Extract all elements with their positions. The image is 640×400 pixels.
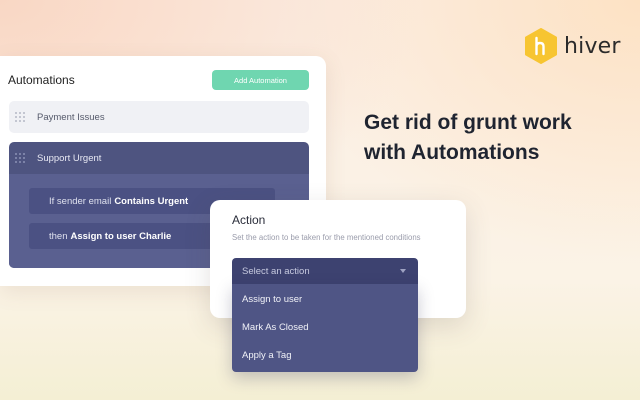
brand-name: hiver [564, 33, 621, 59]
action-subtitle: Set the action to be taken for the menti… [232, 233, 421, 242]
rule-header[interactable]: Support Urgent [9, 142, 309, 174]
brand-logo: hiver [524, 28, 621, 64]
select-placeholder: Select an action [242, 265, 310, 277]
automations-title: Automations [8, 73, 75, 87]
action-prefix: then [49, 230, 68, 242]
action-title: Action [232, 213, 266, 227]
rule-item-payment-issues[interactable]: Payment Issues [9, 101, 309, 133]
drag-grip-icon[interactable] [15, 112, 25, 122]
action-select[interactable]: Select an action [232, 258, 418, 284]
action-options-menu: Assign to user Mark As Closed Apply a Ta… [232, 284, 418, 372]
hiver-logo-icon [525, 28, 557, 64]
rule-label: Support Urgent [37, 152, 102, 164]
rule-label: Payment Issues [37, 111, 105, 123]
drag-grip-icon[interactable] [15, 153, 25, 163]
condition-prefix: If sender email [49, 195, 112, 207]
condition-value: Contains Urgent [114, 195, 189, 207]
headline-line-1: Get rid of grunt work [364, 111, 572, 134]
headline: Get rid of grunt work with Automations [364, 108, 624, 168]
option-apply-a-tag[interactable]: Apply a Tag [232, 341, 418, 369]
headline-line-2: with Automations [364, 141, 540, 164]
chevron-down-icon[interactable] [400, 269, 406, 273]
option-assign-to-user[interactable]: Assign to user [232, 285, 418, 313]
add-automation-button[interactable]: Add Automation [212, 70, 309, 90]
option-mark-as-closed[interactable]: Mark As Closed [232, 313, 418, 341]
action-value: Assign to user Charlie [70, 230, 172, 242]
